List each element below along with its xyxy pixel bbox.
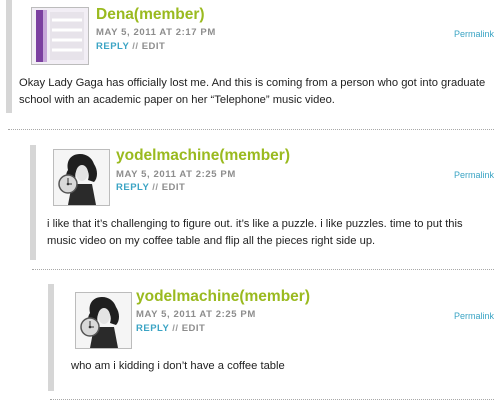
comment-author[interactable]: yodelmachine(member) bbox=[136, 288, 310, 306]
comment-author[interactable]: Dena(member) bbox=[96, 6, 205, 24]
comment-author[interactable]: yodelmachine(member) bbox=[116, 147, 290, 165]
comment-actions: REPLY // EDIT bbox=[96, 41, 165, 52]
reply-link[interactable]: REPLY bbox=[116, 182, 149, 193]
action-separator: // bbox=[172, 323, 179, 334]
comment-2: yodelmachine(member) MAY 5, 2011 AT 2:25… bbox=[0, 140, 500, 260]
comment-body: who am i kidding i don’t have a coffee t… bbox=[71, 360, 285, 372]
avatar[interactable] bbox=[31, 7, 89, 65]
edit-link[interactable]: EDIT bbox=[182, 323, 206, 334]
comment-body: i like that it’s challenging to figure o… bbox=[47, 218, 463, 247]
permalink[interactable]: Permalink bbox=[454, 311, 494, 321]
avatar-image bbox=[32, 8, 88, 64]
comment-divider bbox=[50, 399, 494, 400]
comment-3: yodelmachine(member) MAY 5, 2011 AT 2:25… bbox=[0, 278, 500, 398]
permalink[interactable]: Permalink bbox=[454, 170, 494, 180]
comment-thread-bar bbox=[30, 145, 36, 260]
comment-thread-bar bbox=[6, 0, 12, 113]
comment-date: MAY 5, 2011 AT 2:17 PM bbox=[96, 27, 216, 38]
avatar[interactable] bbox=[75, 292, 132, 349]
comment-date: MAY 5, 2011 AT 2:25 PM bbox=[116, 169, 236, 180]
permalink[interactable]: Permalink bbox=[454, 29, 494, 39]
comment-divider bbox=[32, 269, 494, 270]
edit-link[interactable]: EDIT bbox=[162, 182, 186, 193]
action-separator: // bbox=[152, 182, 159, 193]
reply-link[interactable]: REPLY bbox=[136, 323, 169, 334]
comment-thread-bar bbox=[48, 284, 54, 391]
reply-link[interactable]: REPLY bbox=[96, 41, 129, 52]
comment-1: Dena(member) MAY 5, 2011 AT 2:17 PM REPL… bbox=[0, 0, 500, 120]
action-separator: // bbox=[132, 41, 139, 52]
avatar[interactable] bbox=[53, 149, 110, 206]
comment-date: MAY 5, 2011 AT 2:25 PM bbox=[136, 309, 256, 320]
avatar-image bbox=[54, 150, 109, 205]
comment-actions: REPLY // EDIT bbox=[116, 182, 185, 193]
comment-body: Okay Lady Gaga has officially lost me. A… bbox=[19, 77, 486, 106]
comment-actions: REPLY // EDIT bbox=[136, 323, 205, 334]
avatar-image bbox=[76, 293, 131, 348]
comment-divider bbox=[8, 129, 494, 130]
edit-link[interactable]: EDIT bbox=[142, 41, 166, 52]
